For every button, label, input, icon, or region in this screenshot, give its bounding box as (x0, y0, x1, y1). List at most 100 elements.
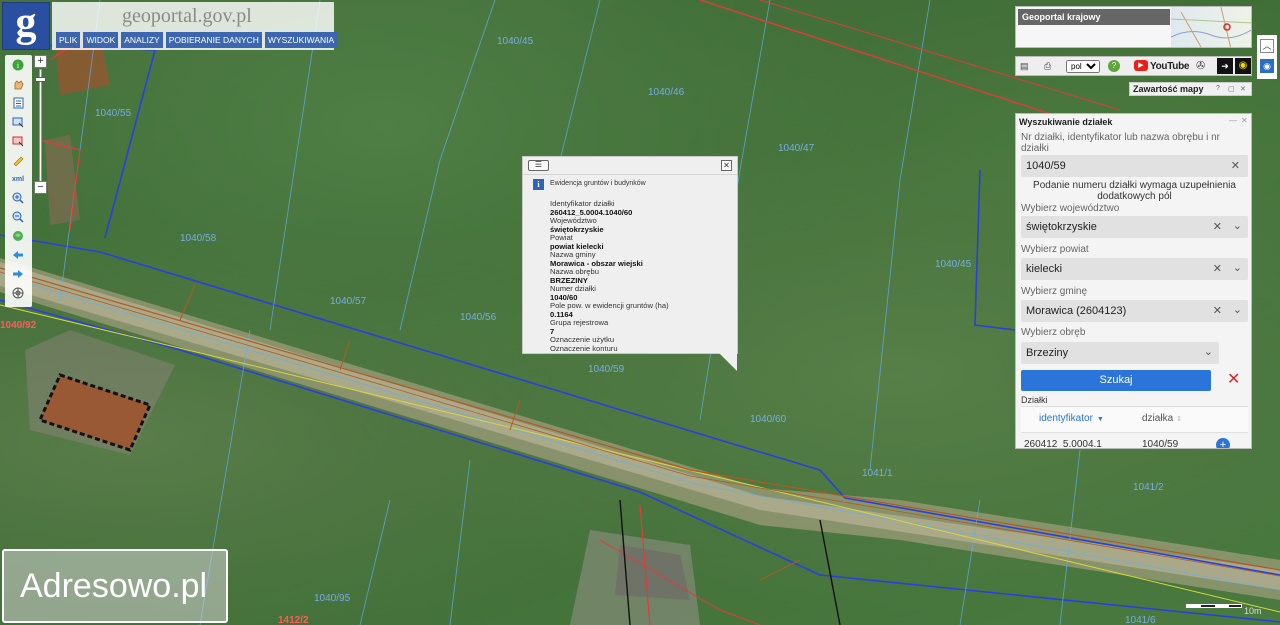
xml-icon[interactable]: xml (11, 172, 25, 186)
print-icon[interactable]: ⎙ (1044, 60, 1051, 73)
chevron-down-icon[interactable]: ⌄ (1204, 345, 1213, 358)
close-icon[interactable]: ✕ (721, 160, 732, 171)
remove-selection-icon[interactable] (11, 134, 25, 148)
next-view-icon[interactable] (11, 267, 25, 281)
panel-title: Wyszukiwanie działek (1019, 117, 1113, 127)
menu-item-widok[interactable]: WIDOK (83, 32, 119, 48)
parcel-label: 1412/2 (278, 615, 309, 625)
full-extent-icon[interactable] (11, 229, 25, 243)
voivodeship-select[interactable]: świętokrzyskie ✕ ⌄ (1021, 216, 1248, 238)
scale-bar: 10m (1186, 602, 1262, 620)
help-icon[interactable]: ? (1108, 60, 1120, 72)
arrow-right-icon[interactable]: ➜ (1217, 58, 1233, 74)
county-label: Wybierz powiat (1021, 244, 1089, 255)
precinct-value: Brzeziny (1026, 347, 1069, 359)
legend-icon[interactable] (11, 96, 25, 110)
commune-label: Wybierz gminę (1021, 286, 1088, 297)
parcel-input-value: 1040/59 (1026, 160, 1066, 172)
results-table-header: identyfikator ▼ działka ⇕ (1021, 406, 1248, 432)
info-icon[interactable]: i (11, 58, 25, 72)
overview-title: Geoportal krajowy (1018, 9, 1170, 25)
maximize-icon[interactable]: ▢ (1228, 85, 1235, 93)
accessibility-icon[interactable]: ✇ (1196, 60, 1205, 73)
main-menu: PLIK WIDOK ANALIZY POBIERANIE DANYCH WYS… (52, 30, 338, 50)
zoom-slider[interactable]: + − (34, 55, 47, 195)
brand-title: geoportal.gov.pl (52, 2, 334, 30)
youtube-icon[interactable]: ▶ (1134, 60, 1148, 71)
search-button[interactable]: Szukaj (1021, 370, 1211, 391)
chevron-down-icon[interactable]: ⌄ (1233, 261, 1242, 274)
voivodeship-label: Wybierz województwo (1021, 203, 1120, 214)
feature-info-popup: ☰ ✕ i Ewidencja gruntów i budynków Ident… (522, 156, 738, 354)
chevron-down-icon[interactable]: ⌄ (1233, 303, 1242, 316)
language-dropdown[interactable]: pol (1066, 60, 1100, 73)
zoom-out-icon[interactable] (11, 210, 25, 224)
menu-item-analizy[interactable]: ANALIZY (121, 32, 163, 48)
county-select[interactable]: kielecki ✕ ⌄ (1021, 258, 1248, 280)
help-icon[interactable]: ? (1216, 85, 1220, 92)
parcel-label: 1040/45 (935, 259, 972, 270)
close-icon[interactable]: ✕ (1240, 85, 1246, 93)
popup-toolbar: ☰ ✕ (523, 157, 737, 175)
minimize-icon[interactable]: — (1229, 116, 1237, 125)
menu-item-plik[interactable]: PLIK (56, 32, 81, 48)
parcel-label: 1040/60 (750, 414, 787, 425)
parcel-label: 1041/6 (1125, 615, 1156, 625)
menu-item-pobieranie-danych[interactable]: POBIERANIE DANYCH (165, 32, 262, 48)
overview-map[interactable]: Geoportal krajowy (1015, 6, 1252, 48)
pencil-icon[interactable] (11, 153, 25, 167)
previous-view-icon[interactable] (11, 248, 25, 262)
results-title: Działki (1021, 395, 1048, 405)
attr-value: świętokrzyskie (550, 224, 604, 234)
geoportal-logo[interactable]: g (2, 2, 50, 50)
column-header-identyfikator[interactable]: identyfikator ▼ (1039, 413, 1104, 424)
close-icon[interactable]: ✕ (1241, 116, 1248, 125)
document-icon[interactable]: ▤ (1020, 60, 1029, 73)
language-select[interactable]: pol (1066, 60, 1100, 73)
parcel-label: 1040/45 (497, 36, 534, 47)
list-icon[interactable]: ☰ (528, 160, 549, 171)
popup-pointer (719, 353, 737, 371)
watermark: Adresowo.pl (2, 549, 228, 623)
clear-icon[interactable]: ✕ (1213, 262, 1222, 275)
parcel-label: 1040/57 (330, 296, 367, 307)
clear-icon[interactable]: ✕ (1231, 159, 1240, 172)
top-tools-bar: ▤ ⎙ pol ? ▶ YouTube ✇ ➜ ◉ (1015, 56, 1252, 76)
attr-label: Grupa rejestrowa (550, 318, 609, 327)
pan-hand-icon[interactable] (11, 77, 25, 91)
parcel-label: 1040/46 (648, 87, 685, 98)
parcel-field-label: Nr działki, identyfikator lub nazwa obrę… (1021, 132, 1220, 154)
youtube-link[interactable]: YouTube (1150, 60, 1190, 73)
zoom-in-icon[interactable] (11, 191, 25, 205)
parcel-label: 1040/56 (460, 312, 497, 323)
clear-icon[interactable]: ✕ (1213, 220, 1222, 233)
eye-icon[interactable]: ◉ (1260, 59, 1274, 73)
table-row[interactable]: 260412_5.0004.1 1040/59 + (1021, 432, 1248, 448)
precinct-label: Wybierz obręb (1021, 327, 1086, 338)
settings-wheel-icon[interactable] (11, 286, 25, 300)
map-contents-header[interactable]: Zawartość mapy ? ▢ ✕ (1129, 82, 1252, 96)
add-icon[interactable]: + (1216, 438, 1230, 448)
zoom-handle[interactable] (35, 77, 46, 82)
chevron-down-icon[interactable]: ⌄ (1233, 219, 1242, 232)
attr-label: Numer działki (550, 284, 596, 293)
clear-icon[interactable]: ✕ (1213, 304, 1222, 317)
commune-value: Morawica (2604123) (1026, 305, 1127, 317)
chevron-up-icon[interactable]: ︿ (1260, 39, 1274, 53)
zoom-plus-button[interactable]: + (34, 55, 47, 68)
parcel-input[interactable]: 1040/59 ✕ (1021, 155, 1248, 177)
attr-label: Oznaczenie konturu (550, 343, 618, 353)
commune-select[interactable]: Morawica (2604123) ✕ ⌄ (1021, 300, 1248, 322)
overview-thumbnail[interactable] (1170, 7, 1251, 47)
menu-item-wyszukiwania[interactable]: WYSZUKIWANIA (264, 32, 338, 48)
column-header-dzialka[interactable]: działka ⇕ (1142, 413, 1182, 424)
high-contrast-eye-icon[interactable]: ◉ (1235, 58, 1251, 74)
clear-form-icon[interactable]: ✕ (1227, 371, 1240, 389)
select-area-icon[interactable] (11, 115, 25, 129)
zoom-minus-button[interactable]: − (34, 181, 47, 194)
precinct-select[interactable]: Brzeziny ⌄ (1021, 342, 1219, 364)
parcel-label: 1040/59 (588, 364, 625, 375)
zoom-track[interactable] (39, 69, 42, 182)
parcel-label: 1040/58 (180, 233, 217, 244)
parcel-search-panel: Wyszukiwanie działek — ✕ Nr działki, ide… (1015, 113, 1252, 449)
